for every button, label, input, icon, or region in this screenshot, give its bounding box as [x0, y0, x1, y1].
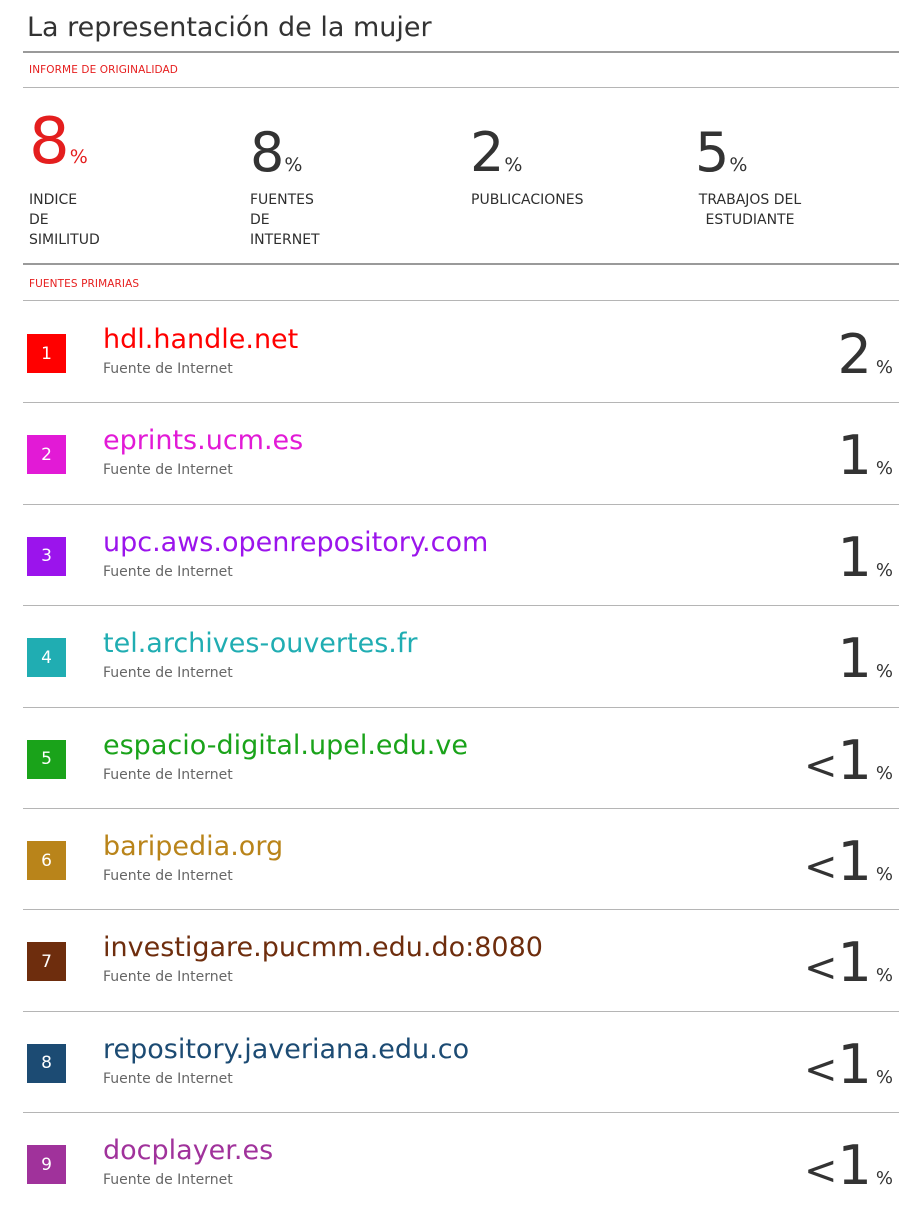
page-title: La representación de la mujer — [27, 12, 432, 43]
source-type: Fuente de Internet — [103, 969, 233, 986]
stat-label: PUBLICACIONES — [471, 192, 584, 208]
source-rank-badge: 8 — [27, 1043, 66, 1083]
less-than-sign: < — [804, 1148, 838, 1195]
stat-unit: % — [729, 154, 748, 176]
source-rank: 2 — [41, 444, 52, 465]
source-percentage: <1% — [804, 1139, 893, 1193]
source-percentage: 1% — [838, 632, 893, 686]
source-rank-badge: 9 — [27, 1145, 66, 1185]
less-than-sign: < — [804, 844, 838, 890]
source-row[interactable]: 4 tel.archives-ouvertes.fr Fuente de Inter… — [0, 606, 899, 706]
less-than-sign: < — [804, 1046, 838, 1093]
stat-unit: % — [504, 154, 523, 176]
source-percentage-value: 1 — [837, 728, 872, 792]
source-rank-badge: 2 — [27, 435, 66, 475]
primary-sources-divider — [23, 300, 899, 301]
report-divider — [23, 87, 899, 88]
source-percentage-value: 1 — [837, 627, 872, 691]
source-percentage: <1% — [804, 936, 893, 990]
source-percentage: <1% — [804, 1037, 893, 1093]
source-percentage-value: 2 — [837, 323, 872, 386]
stat-value: 8 — [29, 105, 70, 179]
source-row[interactable]: 9 docplayer.es Fuente de Internet <1% — [0, 1113, 899, 1213]
source-percentage: 1% — [838, 429, 893, 483]
source-rank-badge: 7 — [27, 942, 66, 982]
source-name-link[interactable]: eprints.ucm.es — [103, 427, 303, 454]
source-percentage-value: 1 — [837, 1134, 872, 1198]
stat-label: FUENTES DE INTERNET — [250, 192, 320, 248]
less-than-sign: < — [804, 945, 838, 992]
source-type: Fuente de Internet — [103, 462, 233, 479]
source-name-link[interactable]: espacio-digital.upel.edu.ve — [103, 732, 468, 759]
source-percentage-value: 1 — [837, 931, 872, 995]
source-rank: 9 — [41, 1154, 52, 1175]
source-row[interactable]: 1 hdl.handle.net Fuente de Internet 2% — [0, 302, 899, 402]
source-row[interactable]: 8 repository.javeriana.edu.co Fuente de In… — [0, 1012, 899, 1112]
source-percentage-unit: % — [875, 357, 893, 378]
stat-label: TRABAJOS DEL ESTUDIANTE — [698, 192, 802, 228]
less-than-sign: < — [804, 742, 838, 789]
source-percentage-unit: % — [875, 965, 893, 987]
source-rank-badge: 3 — [27, 536, 66, 576]
source-rank: 5 — [41, 749, 52, 770]
source-percentage-unit: % — [875, 1066, 893, 1088]
source-rank: 6 — [41, 850, 52, 871]
source-percentage: 2% — [838, 328, 893, 382]
source-type: Fuente de Internet — [103, 1172, 233, 1189]
source-name-link[interactable]: tel.archives-ouvertes.fr — [103, 630, 417, 657]
source-rank-badge: 6 — [27, 841, 66, 880]
report-label: INFORME DE ORIGINALIDAD — [29, 64, 178, 76]
stat-unit: % — [284, 154, 303, 176]
source-row[interactable]: 7 investigare.pucmm.edu.do:8080 Fuente de … — [0, 910, 899, 1010]
source-row[interactable]: 6 baripedia.org Fuente de Internet <1% — [0, 809, 899, 909]
source-rank-badge: 5 — [27, 739, 66, 779]
source-rank: 8 — [41, 1053, 52, 1074]
source-row[interactable]: 2 eprints.ucm.es Fuente de Internet 1% — [0, 403, 899, 503]
source-type: Fuente de Internet — [103, 665, 233, 682]
source-rank-badge: 4 — [27, 638, 66, 678]
source-name-link[interactable]: docplayer.es — [103, 1137, 273, 1164]
source-percentage-value: 1 — [837, 424, 872, 488]
source-row[interactable]: 3 upc.aws.openrepository.com Fuente de Int… — [0, 505, 899, 605]
source-percentage-unit: % — [875, 559, 893, 581]
source-type: Fuente de Internet — [103, 868, 233, 884]
source-rank: 3 — [41, 546, 52, 567]
stat-unit: % — [69, 146, 88, 168]
title-divider — [23, 51, 899, 53]
source-name-link[interactable]: baripedia.org — [103, 833, 283, 860]
stat-value: 5 — [695, 121, 730, 184]
source-type: Fuente de Internet — [103, 766, 233, 783]
source-rank: 7 — [41, 951, 52, 972]
source-rank: 4 — [41, 647, 52, 668]
source-percentage-unit: % — [875, 762, 893, 784]
source-percentage-value: 1 — [837, 1032, 872, 1096]
stat-value: 8 — [250, 121, 285, 184]
source-type: Fuente de Internet — [103, 563, 233, 580]
source-percentage: <1% — [804, 835, 893, 889]
source-percentage-value: 1 — [837, 525, 872, 589]
source-percentage: <1% — [804, 733, 893, 789]
stat-value: 2 — [470, 121, 505, 184]
source-percentage-value: 1 — [837, 830, 872, 893]
source-name-link[interactable]: hdl.handle.net — [103, 326, 298, 353]
source-type: Fuente de Internet — [103, 361, 233, 377]
source-type: Fuente de Internet — [103, 1070, 233, 1087]
source-row[interactable]: 5 espacio-digital.upel.edu.ve Fuente de In… — [0, 708, 899, 808]
primary-sources-label: FUENTES PRIMARIAS — [29, 278, 140, 290]
source-rank-badge: 1 — [27, 334, 66, 373]
source-percentage-unit: % — [875, 1168, 893, 1190]
stat-label: INDICE DE SIMILITUD — [29, 192, 100, 248]
source-name-link[interactable]: investigare.pucmm.edu.do:8080 — [103, 934, 543, 961]
source-percentage-unit: % — [875, 864, 893, 885]
source-name-link[interactable]: repository.javeriana.edu.co — [103, 1036, 469, 1063]
source-rank: 1 — [41, 343, 52, 364]
source-percentage-unit: % — [875, 661, 893, 683]
source-percentage-unit: % — [875, 458, 893, 480]
source-percentage: 1% — [838, 530, 893, 585]
summary-divider — [23, 263, 899, 265]
source-name-link[interactable]: upc.aws.openrepository.com — [103, 529, 488, 556]
